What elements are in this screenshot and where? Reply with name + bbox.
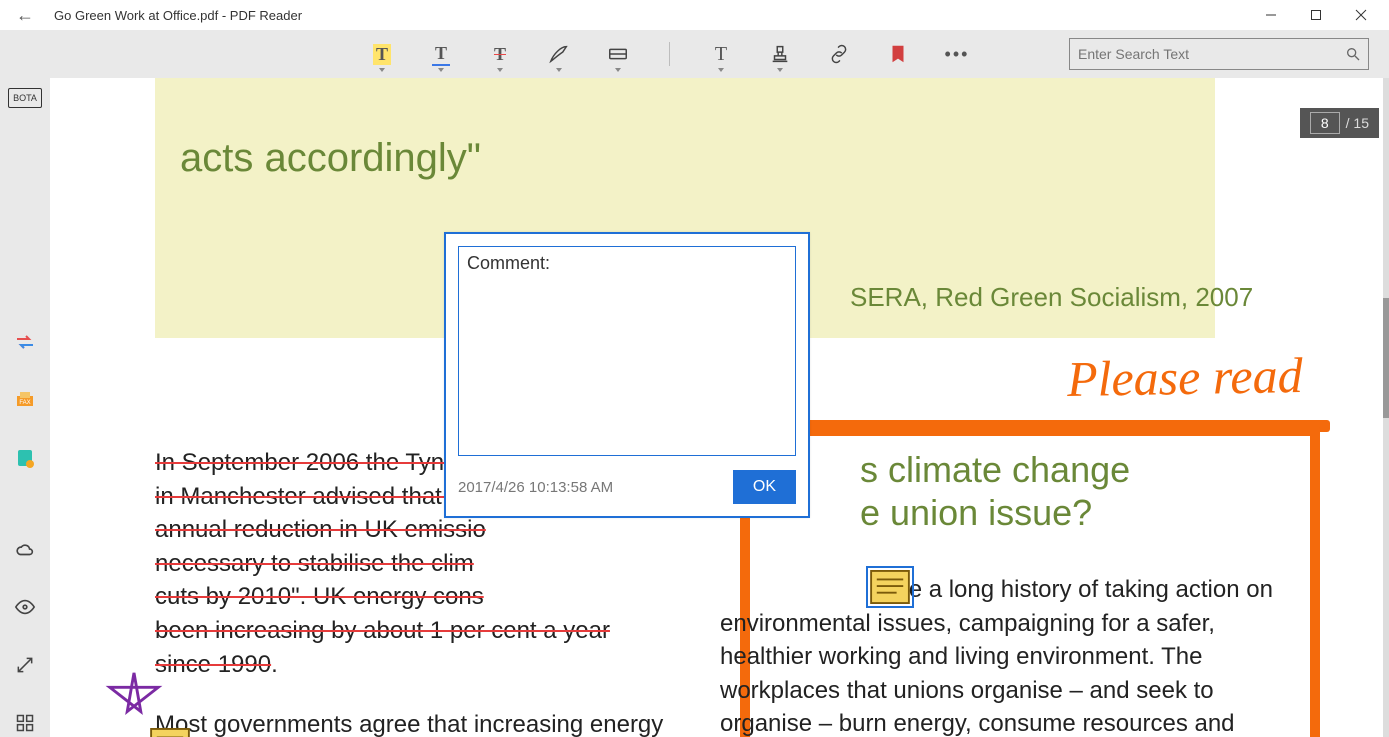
bookmark-tool[interactable]	[886, 42, 910, 66]
comment-timestamp: 2017/4/26 10:13:58 AM	[458, 479, 613, 496]
typewriter-tool[interactable]	[606, 42, 630, 66]
right-paragraph: have a long history of taking action on …	[720, 573, 1280, 737]
window-controls	[1248, 0, 1383, 30]
search-icon[interactable]	[1338, 46, 1368, 62]
page-total: / 15	[1346, 115, 1369, 131]
bota-toggle[interactable]: BOTA	[8, 88, 42, 108]
toolbar: T T T T •••	[0, 30, 1389, 78]
fax-icon[interactable]: FAX	[11, 386, 39, 414]
minimize-button[interactable]	[1248, 0, 1293, 30]
fullscreen-icon[interactable]	[11, 651, 39, 679]
close-button[interactable]	[1338, 0, 1383, 30]
underline-tool[interactable]: T	[429, 42, 453, 66]
section-heading: s climate change e union issue?	[860, 448, 1130, 534]
ok-button[interactable]: OK	[733, 470, 796, 504]
highlight-tool[interactable]: T	[370, 42, 394, 66]
sticky-note-icon[interactable]	[870, 570, 910, 604]
clipboard-icon[interactable]	[11, 444, 39, 472]
search-input[interactable]	[1070, 46, 1338, 62]
page-current[interactable]: 8	[1310, 112, 1340, 134]
strikethrough-tool[interactable]: T	[488, 42, 512, 66]
stamp-tool[interactable]	[768, 42, 792, 66]
page-indicator[interactable]: 8 / 15	[1300, 108, 1379, 138]
eye-icon[interactable]	[11, 593, 39, 621]
maximize-button[interactable]	[1293, 0, 1338, 30]
sidebar-left: BOTA FAX	[0, 78, 50, 737]
comment-dialog: 2017/4/26 10:13:58 AM OK	[444, 232, 810, 518]
toolbar-divider	[669, 42, 670, 66]
more-tools[interactable]: •••	[945, 42, 969, 66]
text-tool[interactable]: T	[709, 42, 733, 66]
back-arrow[interactable]: ←	[6, 5, 44, 26]
titlebar: ← Go Green Work at Office.pdf - PDF Read…	[0, 0, 1389, 30]
search-box[interactable]	[1069, 38, 1369, 70]
sticky-note-icon[interactable]	[150, 728, 190, 737]
window-title: Go Green Work at Office.pdf - PDF Reader	[54, 8, 302, 23]
svg-text:FAX: FAX	[19, 400, 30, 406]
comment-textarea[interactable]	[458, 246, 796, 456]
quote-text: role in past and present carbon emission…	[180, 83, 1180, 183]
link-tool[interactable]	[827, 42, 851, 66]
citation-text: SERA, Red Green Socialism, 2007	[850, 282, 1253, 313]
convert-icon[interactable]	[11, 328, 39, 356]
ink-annotation-please-read: Please read	[1067, 346, 1304, 408]
grid-view-icon[interactable]	[11, 709, 39, 737]
ink-tool[interactable]	[547, 42, 571, 66]
scrollbar-thumb[interactable]	[1383, 298, 1389, 418]
cloud-icon[interactable]	[11, 535, 39, 563]
scrollbar-vertical[interactable]	[1383, 78, 1389, 737]
left-paragraph: Most governments agree that increasing e…	[155, 708, 715, 737]
